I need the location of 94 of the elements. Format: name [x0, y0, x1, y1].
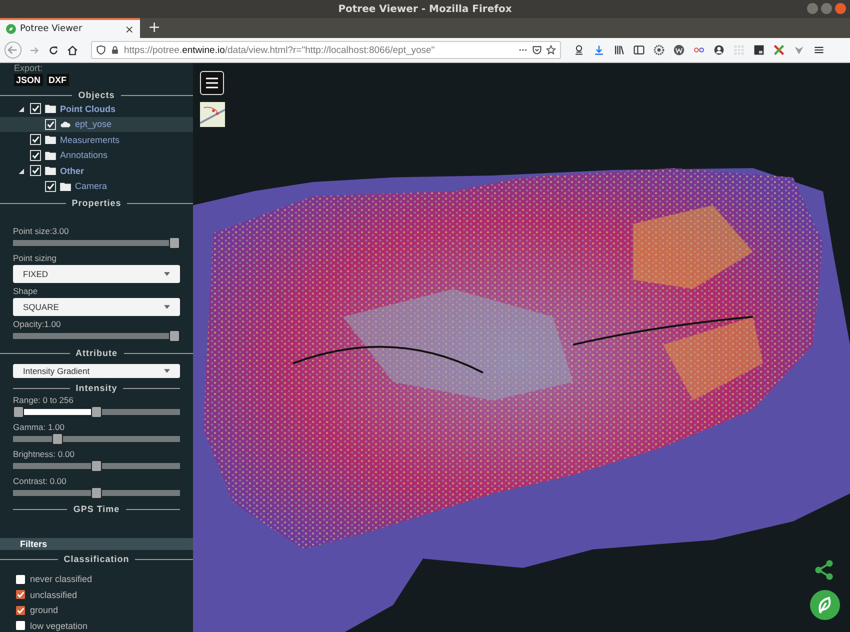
back-icon[interactable]: [4, 41, 22, 59]
slider-thumb[interactable]: [169, 237, 180, 249]
w-circle-icon[interactable]: [673, 44, 685, 56]
pocket-icon[interactable]: [532, 45, 542, 55]
checkbox-label: never classified: [30, 574, 92, 584]
slider-track[interactable]: [13, 330, 180, 342]
tree-item[interactable]: ept_yose: [0, 116, 193, 132]
dropdown[interactable]: FIXED: [13, 265, 180, 283]
export-label: Export:: [14, 63, 43, 73]
map-thumbnail[interactable]: [200, 102, 225, 127]
folder-icon: [45, 135, 56, 144]
tree-item[interactable]: Point Clouds: [0, 101, 193, 116]
control-label: Gamma: 1.00: [13, 422, 66, 434]
library-icon[interactable]: [613, 44, 625, 56]
gear-icon[interactable]: [653, 44, 665, 56]
caret-icon: [164, 272, 170, 276]
minimize-button[interactable]: [807, 3, 818, 14]
section-heading: Objects: [78, 90, 115, 100]
section-heading: Attribute: [76, 348, 118, 358]
shield-icon: [96, 45, 106, 55]
new-tab-button[interactable]: +: [140, 18, 169, 38]
folder-icon: [45, 104, 56, 114]
menu-button[interactable]: [200, 71, 224, 95]
folder-icon: [45, 166, 56, 176]
reload-icon[interactable]: [47, 44, 60, 56]
control-label: Contrast: 0.00: [13, 476, 68, 488]
control-label: Range: 0 to 256: [13, 395, 74, 406]
export-button[interactable]: DXF: [46, 74, 69, 86]
section-heading: Intensity: [76, 383, 118, 394]
sidebar-icon[interactable]: [633, 44, 645, 56]
checkbox[interactable]: [30, 165, 41, 176]
share-icon[interactable]: [813, 559, 835, 581]
browser-tab[interactable]: Potree Viewer ×: [0, 18, 140, 38]
window-title: Potree Viewer - Mozilla Firefox: [338, 4, 512, 14]
checkbox[interactable]: [16, 606, 25, 615]
checkbox[interactable]: [16, 590, 25, 600]
section-heading: GPS Time: [73, 504, 120, 514]
slider-thumb[interactable]: [169, 330, 180, 342]
menu-icon[interactable]: [813, 44, 825, 56]
section-heading: Classification: [64, 554, 130, 564]
slider-thumb[interactable]: [91, 460, 102, 472]
control-label: Opacity:1.00: [13, 319, 62, 330]
maximize-button[interactable]: [821, 3, 832, 14]
folder-icon: [60, 182, 71, 191]
caret-icon: [164, 305, 170, 309]
cloud-icon: [60, 120, 71, 129]
checkbox-label: ground: [30, 605, 58, 616]
folder-icon: [45, 150, 56, 160]
tree-item[interactable]: Annotations: [0, 148, 193, 163]
checkbox[interactable]: [16, 621, 25, 630]
dropdown[interactable]: SQUARE: [13, 298, 180, 316]
home-icon[interactable]: [66, 44, 79, 56]
checkbox[interactable]: [30, 103, 41, 114]
checkbox-label: low vegetation: [30, 620, 88, 631]
control-label: Point sizing: [13, 253, 58, 264]
tree-item[interactable]: Measurements: [0, 132, 193, 148]
v-icon[interactable]: [793, 44, 805, 56]
slider-thumb[interactable]: [52, 433, 63, 446]
badge-icon[interactable]: [573, 44, 585, 56]
leaf-logo-icon[interactable]: [810, 590, 840, 620]
tab-close-button[interactable]: ×: [124, 22, 134, 36]
leaf-logo-icon: [6, 24, 16, 34]
user-icon[interactable]: [713, 44, 725, 56]
slider-thumb[interactable]: [91, 406, 102, 418]
caret-icon: [164, 369, 170, 374]
star-icon[interactable]: [546, 45, 556, 55]
section-heading: Properties: [72, 198, 122, 208]
tree-item[interactable]: Other: [0, 163, 193, 178]
dark-square-icon[interactable]: [753, 44, 765, 56]
checkbox-label: unclassified: [30, 590, 78, 600]
control-label: Brightness: 0.00: [13, 449, 76, 460]
address-bar[interactable]: https://potree.entwine.io/data/view.html?r="http://localhost:8066/ept_yose": [91, 41, 561, 59]
download-icon[interactable]: [593, 44, 605, 56]
menu-icon: [205, 77, 219, 89]
expanded-triangle-icon[interactable]: [18, 106, 24, 112]
expanded-triangle-icon[interactable]: [18, 168, 24, 174]
checkbox[interactable]: [16, 574, 25, 584]
close-button[interactable]: [835, 3, 846, 14]
dropdown[interactable]: Intensity Gradient: [13, 364, 180, 378]
tree-item[interactable]: Camera: [0, 178, 193, 194]
checkbox[interactable]: [30, 134, 41, 146]
control-label: Point size:3.00: [13, 226, 70, 237]
cross-icon[interactable]: [773, 44, 785, 56]
url-text: https://potree.entwine.io/data/view.html?r="http://localhost:8066/ept_yose": [124, 44, 435, 56]
checkbox[interactable]: [45, 118, 56, 130]
slider-thumb[interactable]: [13, 406, 24, 418]
control-label: Shape: [13, 286, 39, 297]
slider-track[interactable]: [13, 237, 180, 249]
checkbox[interactable]: [45, 180, 56, 192]
export-button[interactable]: JSON: [14, 74, 43, 86]
lock-icon: [110, 45, 120, 55]
checkbox[interactable]: [30, 150, 41, 161]
filters-bar[interactable]: Filters: [0, 538, 193, 550]
slider-thumb[interactable]: [91, 487, 102, 500]
